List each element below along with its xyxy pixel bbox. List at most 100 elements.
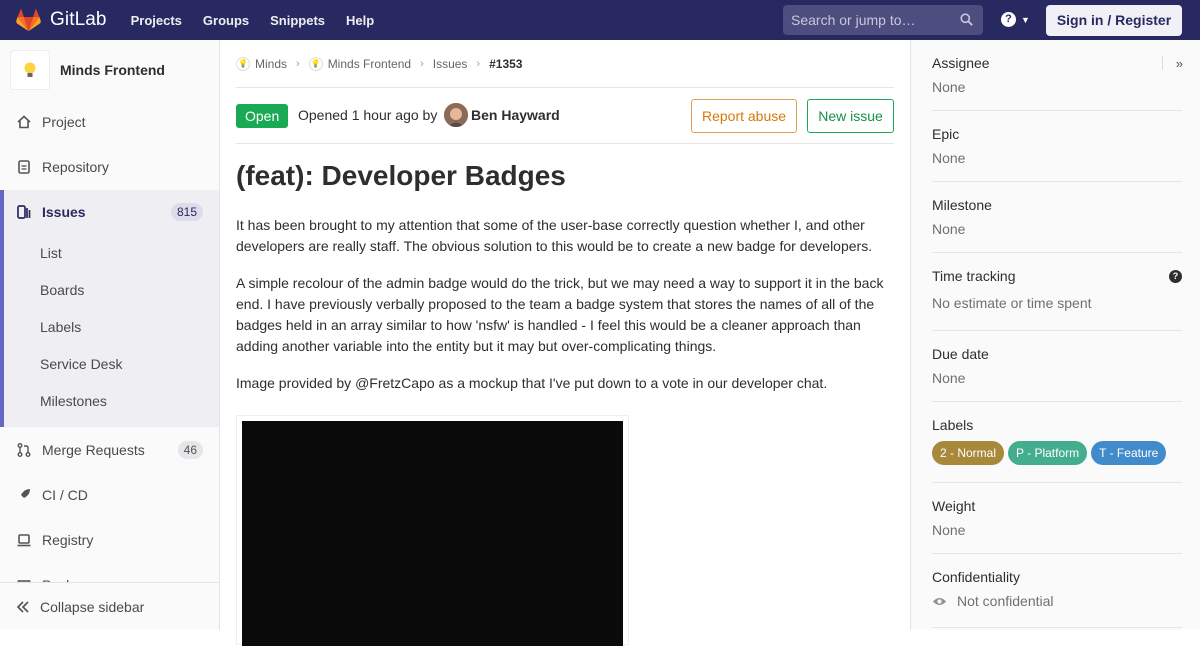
due-date-block: Due date None bbox=[932, 346, 1182, 402]
sidebar-item-label: Repository bbox=[42, 159, 109, 175]
time-tracking-title-row: Time tracking ? bbox=[932, 268, 1182, 284]
left-sidebar: Minds Frontend Project Repository Issues… bbox=[0, 40, 220, 630]
nav-groups[interactable]: Groups bbox=[203, 13, 249, 28]
nav-help[interactable]: Help bbox=[346, 13, 374, 28]
subnav-service-desk[interactable]: Service Desk bbox=[40, 356, 122, 372]
nav-snippets[interactable]: Snippets bbox=[270, 13, 325, 28]
labels-block: Labels 2 - Normal P - Platform T - Featu… bbox=[932, 417, 1182, 483]
sidebar-item-label: Project bbox=[42, 114, 86, 130]
lightbulb-icon: 💡 bbox=[308, 56, 323, 71]
project-avatar bbox=[10, 50, 50, 90]
project-header[interactable]: Minds Frontend bbox=[0, 40, 219, 100]
milestone-title: Milestone bbox=[932, 197, 992, 213]
sidebar-item-ci-cd[interactable]: CI / CD bbox=[0, 473, 219, 517]
lightbulb-icon: 💡 bbox=[236, 56, 250, 71]
time-tracking-block: Time tracking ? No estimate or time spen… bbox=[932, 268, 1182, 331]
subnav-boards[interactable]: Boards bbox=[40, 282, 84, 298]
sidebar-item-label: Registry bbox=[42, 532, 94, 548]
registry-icon bbox=[16, 532, 32, 548]
chevron-down-icon: ▼ bbox=[1021, 14, 1030, 25]
breadcrumb-minds[interactable]: 💡 Minds bbox=[236, 56, 288, 71]
issue-description-paragraph: A simple recolour of the admin badge wou… bbox=[236, 275, 884, 354]
label-pill-platform[interactable]: P - Platform bbox=[1008, 441, 1088, 465]
sidebar-item-label: Merge Requests bbox=[42, 442, 145, 458]
assignee-title: Assignee bbox=[932, 55, 990, 71]
mockup-image[interactable] bbox=[236, 415, 629, 646]
chevron-right-icon: › bbox=[476, 57, 481, 70]
collapse-sidebar-label: Collapse sidebar bbox=[40, 598, 145, 615]
search-icon bbox=[960, 13, 973, 26]
top-navbar: GitLab Projects Groups Snippets Help Sea… bbox=[0, 0, 1200, 40]
labels-list: 2 - Normal P - Platform T - Feature bbox=[932, 441, 1182, 465]
issue-header: Open Opened 1 hour ago by Ben Hayward Re… bbox=[236, 88, 894, 144]
assignee-block: Assignee None bbox=[932, 55, 1182, 111]
breadcrumb-issues[interactable]: Issues bbox=[433, 57, 468, 71]
help-icon[interactable]: ? bbox=[1169, 270, 1182, 283]
new-issue-button[interactable]: New issue bbox=[807, 99, 894, 133]
breadcrumb-label: Minds Frontend bbox=[327, 56, 412, 71]
breadcrumb-label: Minds bbox=[255, 56, 288, 71]
main-content: 💡 Minds › 💡 Minds Frontend › Issues › #1… bbox=[236, 40, 894, 646]
issues-count-badge: 815 bbox=[170, 203, 203, 221]
rocket-icon bbox=[16, 487, 32, 503]
lightbulb-icon bbox=[24, 62, 36, 77]
project-name: Minds Frontend bbox=[60, 62, 165, 78]
question-icon: ? bbox=[1001, 12, 1016, 27]
merge-icon bbox=[16, 442, 32, 458]
sidebar-item-project[interactable]: Project bbox=[0, 100, 219, 144]
due-date-title: Due date bbox=[932, 346, 989, 362]
sidebar-item-merge-requests[interactable]: Merge Requests 46 bbox=[0, 428, 219, 472]
weight-value: None bbox=[932, 522, 966, 538]
doc-icon bbox=[16, 159, 32, 175]
issue-description-paragraph: Image provided by @FretzCapo as a mockup… bbox=[236, 375, 828, 391]
nav-links: Projects Groups Snippets Help bbox=[131, 13, 396, 28]
eye-icon bbox=[932, 597, 947, 605]
issues-icon bbox=[16, 204, 32, 220]
brand-name: GitLab bbox=[50, 9, 107, 30]
sidebar-item-repository[interactable]: Repository bbox=[0, 145, 219, 189]
merge-requests-count-badge: 46 bbox=[177, 441, 203, 459]
milestone-value: None bbox=[932, 221, 966, 237]
time-tracking-title: Time tracking bbox=[932, 268, 1016, 284]
confidentiality-title: Confidentiality bbox=[932, 569, 1020, 585]
search-input[interactable]: Search or jump to… bbox=[783, 5, 983, 35]
subnav-milestones[interactable]: Milestones bbox=[40, 393, 107, 409]
report-abuse-button[interactable]: Report abuse bbox=[691, 99, 797, 133]
avatar[interactable] bbox=[444, 103, 468, 127]
time-tracking-value: No estimate or time spent bbox=[932, 295, 1092, 311]
breadcrumb-issue-number[interactable]: #1353 bbox=[489, 57, 522, 71]
subnav-labels[interactable]: Labels bbox=[40, 319, 81, 335]
label-pill-normal[interactable]: 2 - Normal bbox=[932, 441, 1005, 465]
home-icon bbox=[16, 114, 32, 130]
double-chevron-left-icon bbox=[16, 600, 29, 613]
search-placeholder: Search or jump to… bbox=[791, 12, 916, 28]
opened-text: Opened 1 hour ago by bbox=[298, 107, 438, 123]
chevron-right-icon: › bbox=[420, 57, 424, 70]
right-sidebar: » Assignee None Epic None Milestone None… bbox=[910, 40, 1200, 630]
assignee-value: None bbox=[932, 79, 966, 95]
chevron-right-icon: › bbox=[296, 57, 300, 70]
sidebar-item-issues[interactable]: Issues 815 bbox=[0, 190, 219, 234]
confidentiality-block: Confidentiality Not confidential bbox=[932, 569, 1182, 628]
milestone-block: Milestone None bbox=[932, 197, 1182, 253]
label-pill-feature[interactable]: T - Feature bbox=[1091, 441, 1167, 465]
author-name[interactable]: Ben Hayward bbox=[471, 107, 560, 123]
sign-in-button[interactable]: Sign in / Register bbox=[1046, 5, 1182, 36]
issues-subnav: List Boards Labels Service Desk Mileston… bbox=[0, 233, 219, 427]
epic-title: Epic bbox=[932, 126, 960, 142]
labels-title: Labels bbox=[932, 417, 974, 433]
sidebar-item-registry[interactable]: Registry bbox=[0, 518, 219, 562]
mockup-image-content bbox=[242, 421, 623, 646]
issue-title: (feat): Developer Badges bbox=[236, 160, 566, 191]
gitlab-tanuki-icon bbox=[16, 8, 41, 32]
due-date-value: None bbox=[932, 370, 966, 386]
confidentiality-value: Not confidential bbox=[957, 593, 1054, 609]
gitlab-logo[interactable]: GitLab bbox=[16, 0, 107, 40]
nav-projects[interactable]: Projects bbox=[131, 13, 182, 28]
breadcrumb-minds-frontend[interactable]: 💡 Minds Frontend bbox=[308, 56, 412, 71]
epic-block: Epic None bbox=[932, 126, 1182, 182]
help-dropdown[interactable]: ? ▼ bbox=[1001, 12, 1030, 27]
issue-description-paragraph: It has been brought to my attention that… bbox=[236, 217, 873, 254]
collapse-sidebar-button[interactable]: Collapse sidebar bbox=[0, 582, 219, 630]
subnav-list[interactable]: List bbox=[40, 245, 62, 261]
